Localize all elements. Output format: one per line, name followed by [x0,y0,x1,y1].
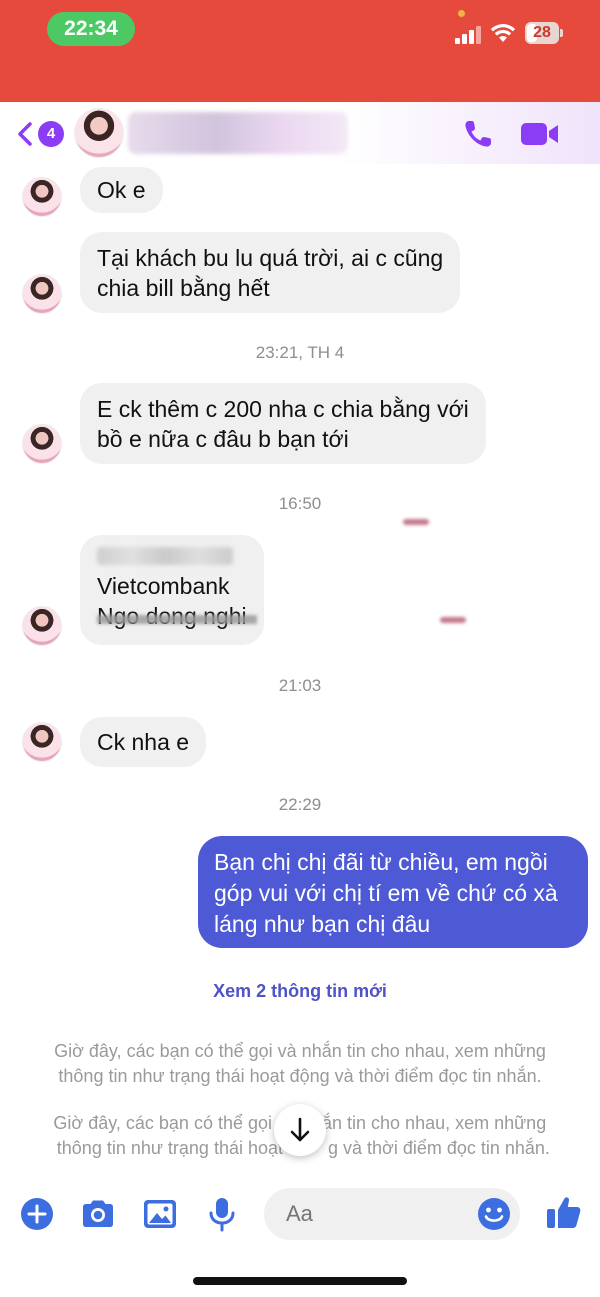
emoji-icon[interactable] [476,1196,512,1232]
battery-icon: 28 [525,22,565,44]
signal-icon [455,26,485,44]
scroll-to-bottom-button[interactable] [274,1104,326,1156]
phone-icon[interactable] [462,118,494,150]
plus-icon[interactable] [17,1194,57,1234]
system-notice: Giờ đây, các bạn có thể gọi và nhắn tin … [54,1041,546,1086]
video-camera-icon[interactable] [520,120,560,148]
unread-count-badge: 4 [38,121,64,147]
chat-header: 4 [0,102,600,164]
back-button[interactable]: 4 [16,116,68,150]
camera-icon[interactable] [78,1194,118,1234]
incoming-message[interactable]: Vietcombank Ngo dong nghi [80,535,264,645]
contact-name-redacted[interactable] [128,112,348,154]
sender-avatar [22,274,62,314]
sender-avatar [22,177,62,217]
timestamp: 23:21, TH 4 [255,343,345,362]
timestamp: 16:50 [278,494,322,513]
message-composer [0,1180,600,1250]
contact-avatar[interactable] [74,108,124,158]
status-time: 22:34 [47,12,135,46]
back-chevron-icon [18,122,32,146]
arrow-down-icon [290,1117,310,1142]
account-number-redacted [97,547,233,565]
incoming-message[interactable]: Tại khách bu lu quá trời, ai c cũng chia… [80,232,461,313]
privacy-indicator-dot [458,10,465,17]
microphone-icon[interactable] [202,1194,242,1234]
sender-avatar [22,424,62,464]
status-bar: 22:34 28 [0,0,600,102]
sender-avatar [22,606,62,646]
sender-avatar [22,722,62,762]
like-icon[interactable] [544,1192,584,1232]
incoming-message[interactable]: Ck nha e [80,717,207,767]
wifi-icon [490,22,516,44]
image-icon[interactable] [140,1194,180,1234]
battery-level: 28 [533,24,551,41]
see-new-info-link[interactable]: Xem 2 thông tin mới [0,981,600,1002]
timestamp: 21:03 [278,676,322,695]
timestamp: 22:29 [278,795,322,814]
incoming-message[interactable]: Ok e [80,167,163,213]
incoming-message[interactable]: E ck thêm c 200 nha c chia bằng với bồ e… [80,383,486,464]
outgoing-message[interactable]: Bạn chị chị đãi từ chiều, em ngồi góp vu… [198,836,588,948]
home-indicator [193,1277,407,1285]
